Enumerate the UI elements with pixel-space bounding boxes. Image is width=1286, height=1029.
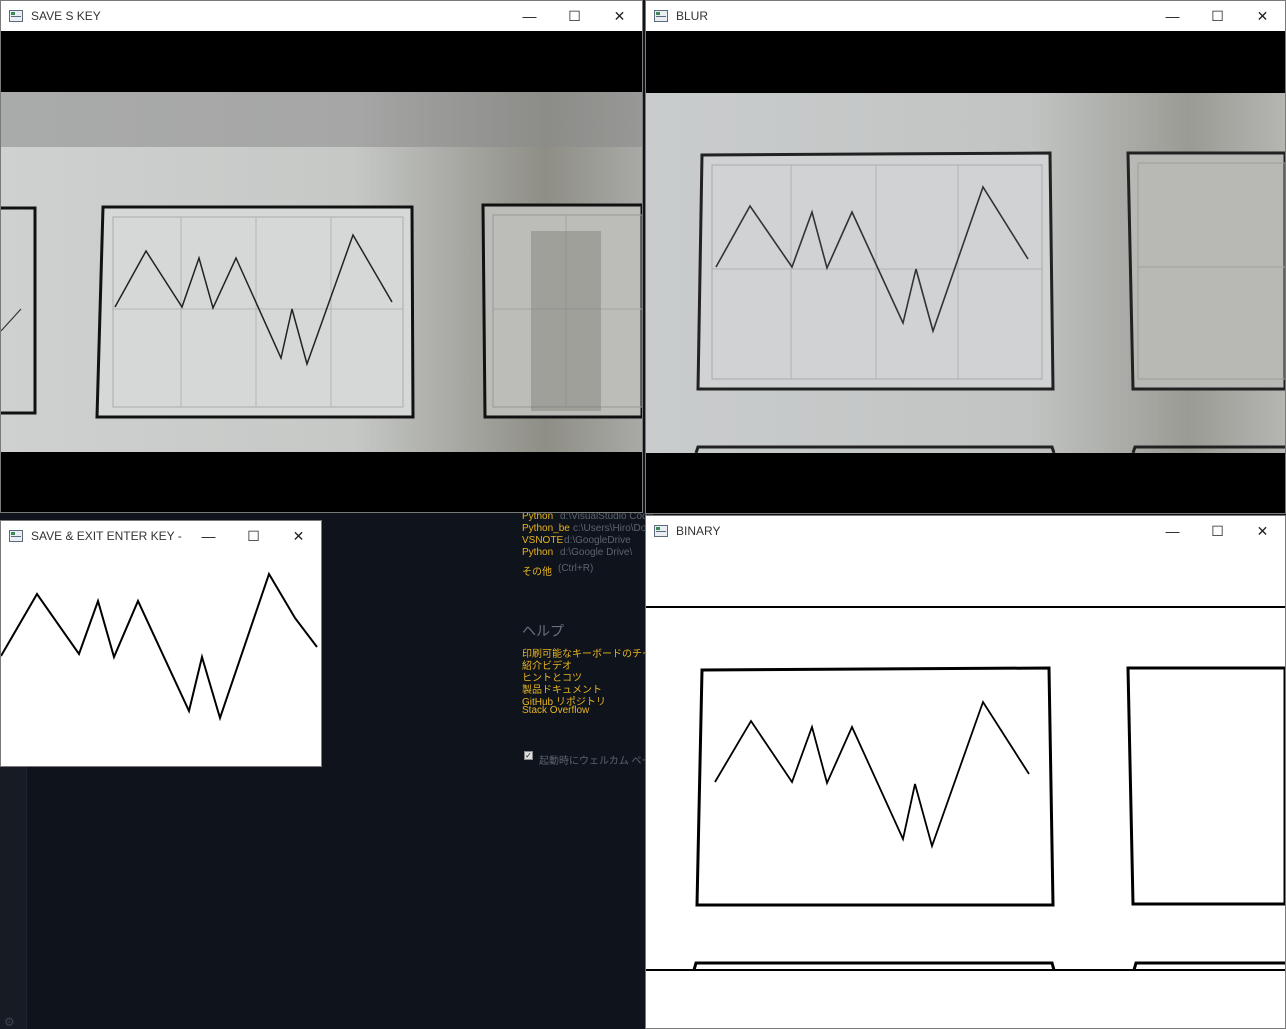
recent-item-name[interactable]: Python_be — [522, 523, 570, 534]
recent-item-name[interactable]: VSNOTE — [522, 535, 563, 546]
app-icon — [9, 530, 23, 542]
save-exit-window[interactable]: SAVE & EXIT ENTER KEY - E... — ☐ ✕ — [0, 520, 322, 767]
startup-checkbox[interactable]: ✓ — [524, 751, 533, 760]
binary-frame — [646, 546, 1285, 1028]
app-icon — [654, 525, 668, 537]
recent-item-name[interactable]: Python — [522, 547, 553, 558]
close-button[interactable]: ✕ — [276, 521, 321, 551]
close-button[interactable]: ✕ — [1240, 516, 1285, 546]
recent-item-path: c:\Users\Hiro\Doc — [573, 523, 652, 534]
maximize-button[interactable]: ☐ — [1195, 516, 1240, 546]
title-bar[interactable]: SAVE S KEY — ☐ ✕ — [1, 1, 642, 31]
more-recent-link[interactable]: その他 — [522, 563, 552, 578]
title-bar[interactable]: BINARY — ☐ ✕ — [646, 516, 1285, 546]
title-bar[interactable]: SAVE & EXIT ENTER KEY - E... — ☐ ✕ — [1, 521, 321, 551]
recent-item-path: d:\GoogleDrive — [564, 535, 631, 546]
recent-item-path: d:\Google Drive\ — [560, 547, 633, 558]
minimize-button[interactable]: — — [507, 1, 552, 31]
window-title: SAVE & EXIT ENTER KEY - E... — [31, 529, 186, 543]
minimize-button[interactable]: — — [186, 521, 231, 551]
window-title: BINARY — [676, 524, 721, 538]
more-recent-shortcut: (Ctrl+R) — [558, 563, 594, 574]
help-link-stackoverflow[interactable]: Stack Overflow — [522, 705, 589, 716]
camera-frame — [1, 31, 642, 512]
maximize-button[interactable]: ☐ — [552, 1, 597, 31]
blur-window[interactable]: BLUR — ☐ ✕ — [645, 0, 1286, 514]
maximize-button[interactable]: ☐ — [231, 521, 276, 551]
gear-icon[interactable]: ⚙ — [4, 1015, 15, 1029]
vscode-activity-bar — [0, 765, 27, 1029]
binary-window[interactable]: BINARY — ☐ ✕ — [645, 515, 1286, 1029]
maximize-button[interactable]: ☐ — [1195, 1, 1240, 31]
window-title: SAVE S KEY — [31, 9, 101, 23]
save-window[interactable]: SAVE S KEY — ☐ ✕ — [0, 0, 643, 513]
window-title: BLUR — [676, 9, 709, 23]
help-heading: ヘルプ — [522, 623, 564, 639]
startup-checkbox-label: 起動時にウェルカム ペー — [539, 756, 652, 767]
close-button[interactable]: ✕ — [1240, 1, 1285, 31]
minimize-button[interactable]: — — [1150, 516, 1195, 546]
camera-frame — [646, 31, 1285, 513]
app-icon — [9, 10, 23, 22]
minimize-button[interactable]: — — [1150, 1, 1195, 31]
app-icon — [654, 10, 668, 22]
title-bar[interactable]: BLUR — ☐ ✕ — [646, 1, 1285, 31]
extracted-line-image — [1, 551, 321, 766]
close-button[interactable]: ✕ — [597, 1, 642, 31]
